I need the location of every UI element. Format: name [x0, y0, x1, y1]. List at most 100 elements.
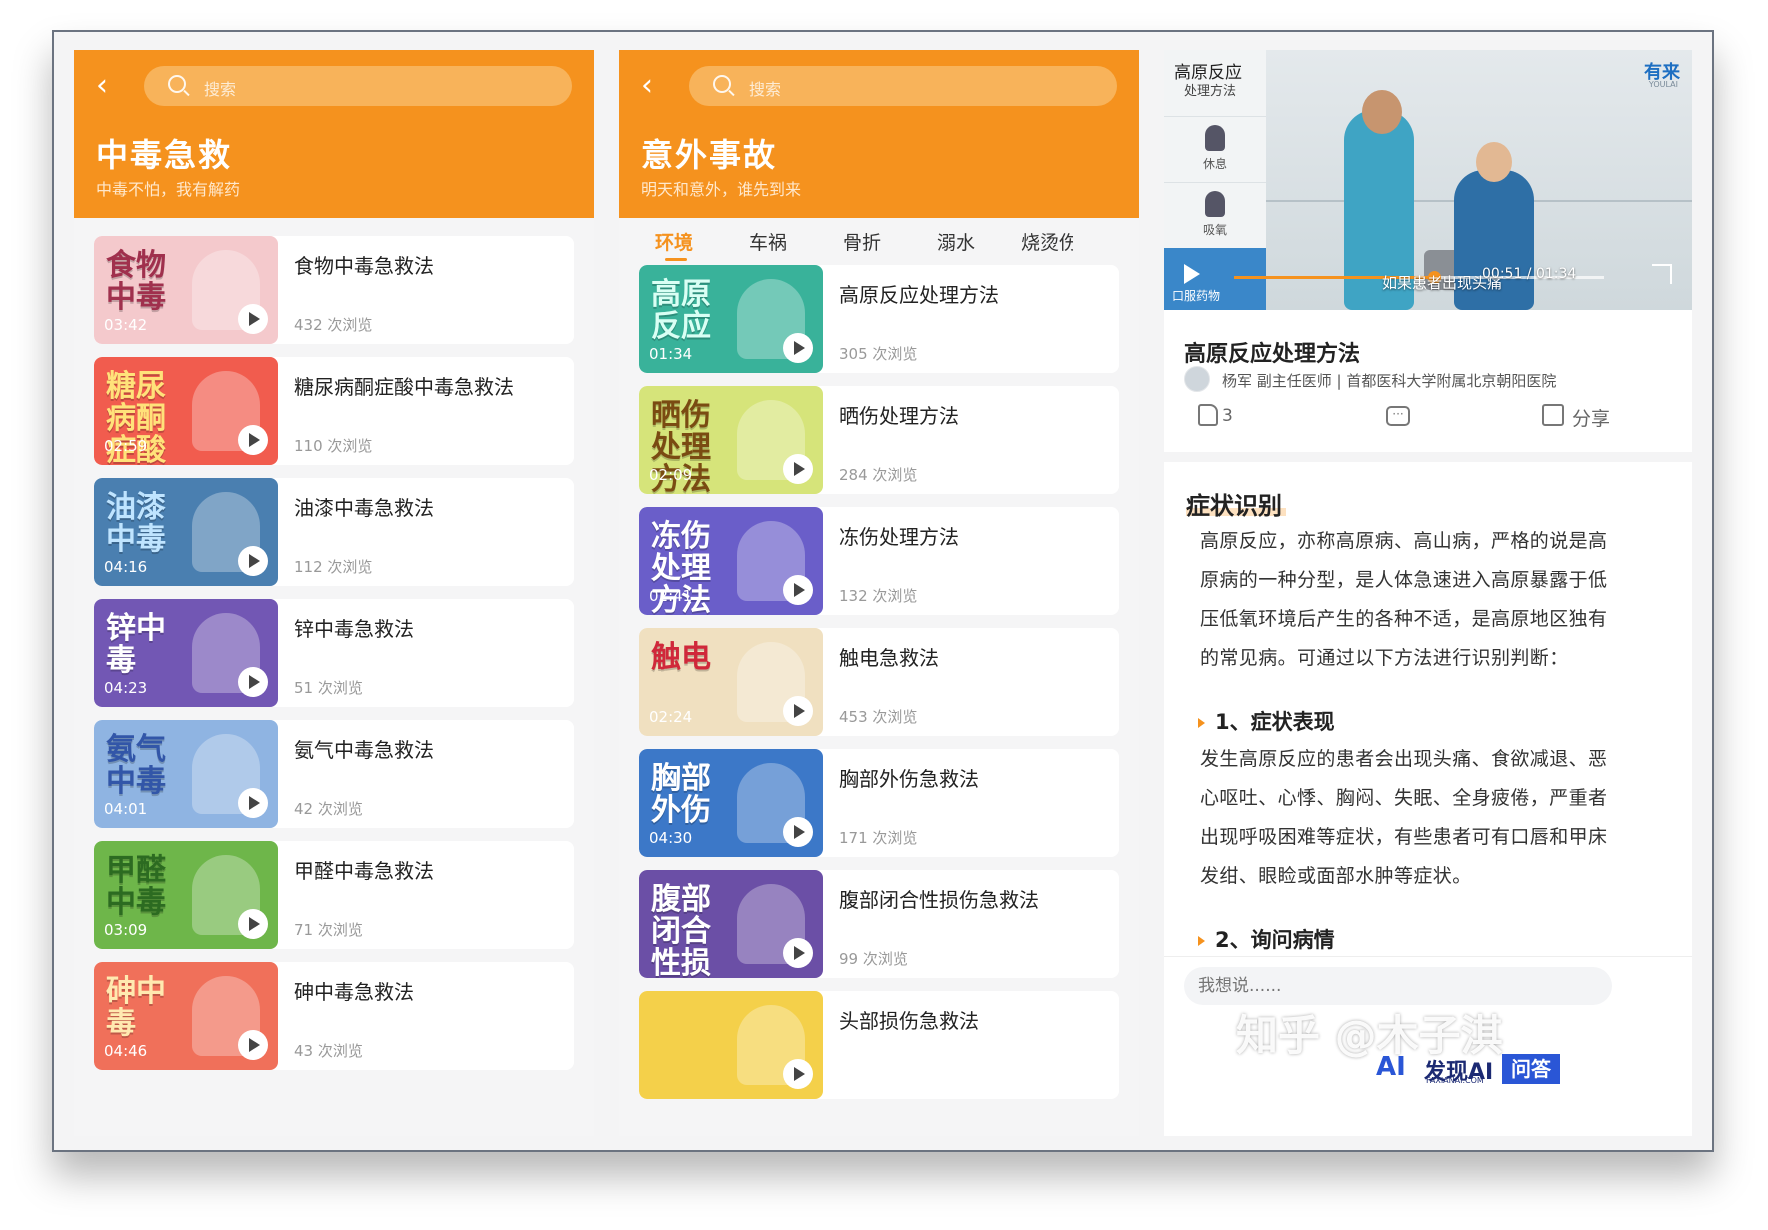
section-title: 症状识别 [1186, 492, 1282, 520]
video-card[interactable]: 锌中毒 04:23 锌中毒急救法 51 次浏览 [94, 599, 574, 707]
chapter-oral-medicine[interactable]: 口服药物 [1164, 248, 1266, 310]
tab-fracture[interactable]: 骨折 [843, 228, 881, 255]
video-duration: 02:09 [649, 466, 693, 484]
play-icon[interactable] [783, 1059, 813, 1089]
video-card[interactable]: 氨气中毒 04:01 氨气中毒急救法 42 次浏览 [94, 720, 574, 828]
chapter-oxygen[interactable]: 吸氧 [1164, 182, 1266, 244]
video-title: 油漆中毒急救法 [294, 496, 434, 520]
play-icon[interactable] [783, 575, 813, 605]
share-button[interactable]: 分享 [1572, 404, 1610, 431]
play-icon[interactable] [238, 1030, 268, 1060]
rest-icon [1205, 125, 1225, 151]
video-card[interactable]: 糖尿病酮症酸中毒02:59 糖尿病酮症酸中毒急救法 110 次浏览 [94, 357, 574, 465]
screenshot-frame: ‹ 搜索 中毒急救 中毒不怕，我有解药 食物中毒 03:42 食物中毒急救法 432 … [52, 30, 1714, 1152]
play-icon[interactable] [1184, 264, 1200, 284]
play-icon[interactable] [783, 817, 813, 847]
video-title: 头部损伤急救法 [839, 1009, 979, 1033]
thumbnail-title: 触电 [651, 640, 711, 675]
search-icon [168, 75, 186, 93]
video-title: 砷中毒急救法 [294, 980, 414, 1004]
thumbnail-title: 油漆中毒 [106, 490, 166, 557]
video-thumbnail[interactable]: 胸部外伤 04:30 [639, 749, 823, 857]
thumbnail-title: 砷中毒 [106, 974, 166, 1041]
play-icon[interactable] [238, 546, 268, 576]
video-card[interactable]: 甲醛中毒 03:09 甲醛中毒急救法 71 次浏览 [94, 841, 574, 949]
chapter-rest[interactable]: 休息 [1164, 116, 1266, 178]
video-duration: 04:46 [104, 1042, 148, 1060]
fullscreen-icon[interactable] [1652, 264, 1672, 284]
play-icon[interactable] [238, 667, 268, 697]
video-player[interactable]: 高原反应 处理方法 休息 吸氧 口服药物 有来 YOULAI 如果患者出现头痛 … [1164, 50, 1692, 310]
avatar[interactable] [1184, 366, 1210, 392]
qa-badge: 问答 [1502, 1054, 1560, 1084]
tab-environment[interactable]: 环境 [655, 228, 693, 255]
play-icon[interactable] [783, 333, 813, 363]
play-icon[interactable] [783, 454, 813, 484]
video-card[interactable]: 高原反应 01:34 高原反应处理方法 305 次浏览 [639, 265, 1119, 373]
video-card[interactable]: 油漆中毒 04:16 油漆中毒急救法 112 次浏览 [94, 478, 574, 586]
video-thumbnail[interactable] [639, 991, 823, 1099]
video-thumbnail[interactable]: 触电 02:24 [639, 628, 823, 736]
view-count: 51 次浏览 [294, 679, 363, 697]
comment-icon[interactable]: ··· [1386, 406, 1410, 426]
play-icon[interactable] [783, 938, 813, 968]
video-thumbnail[interactable]: 晒伤处理方法 02:09 [639, 386, 823, 494]
comment-input[interactable] [1184, 967, 1612, 1005]
thumbnail-title: 食物中毒 [106, 248, 166, 315]
video-chapter-sidebar: 高原反应 处理方法 休息 吸氧 口服药物 [1164, 50, 1266, 310]
view-count: 71 次浏览 [294, 921, 363, 939]
play-icon[interactable] [238, 788, 268, 818]
view-count: 171 次浏览 [839, 829, 918, 847]
video-thumbnail[interactable]: 甲醛中毒 03:09 [94, 841, 278, 949]
video-card[interactable]: 腹部闭合性损伤 腹部闭合性损伤急救法 99 次浏览 [639, 870, 1119, 978]
video-title: 氨气中毒急救法 [294, 738, 434, 762]
search-placeholder: 搜索 [204, 80, 237, 99]
thumbnail-title: 高原反应 [651, 277, 711, 344]
video-duration: 02:41 [649, 587, 693, 605]
video-thumbnail[interactable]: 油漆中毒 04:16 [94, 478, 278, 586]
video-card[interactable]: 砷中毒 04:46 砷中毒急救法 43 次浏览 [94, 962, 574, 1070]
play-icon[interactable] [783, 696, 813, 726]
video-thumbnail[interactable]: 腹部闭合性损伤 [639, 870, 823, 978]
page-subtitle: 明天和意外，谁先到来 [641, 180, 802, 199]
thumbs-up-icon[interactable] [1198, 404, 1218, 426]
video-thumbnail[interactable]: 糖尿病酮症酸中毒02:59 [94, 357, 278, 465]
video-thumbnail[interactable]: 食物中毒 03:42 [94, 236, 278, 344]
video-thumbnail[interactable]: 高原反应 01:34 [639, 265, 823, 373]
play-icon[interactable] [238, 304, 268, 334]
subheading: 1、症状表现 [1198, 706, 1335, 736]
category-tabs: 环境 车祸 骨折 溺水 烧烫伤 [619, 218, 1139, 262]
tab-drowning[interactable]: 溺水 [937, 228, 975, 255]
video-card[interactable]: 头部损伤急救法 [639, 991, 1119, 1099]
thumbnail-title: 锌中毒 [106, 611, 166, 678]
play-icon[interactable] [238, 425, 268, 455]
chapter-label: 口服药物 [1172, 289, 1221, 303]
video-duration: 04:30 [649, 829, 693, 847]
video-thumbnail[interactable]: 砷中毒 04:46 [94, 962, 278, 1070]
faxianai-logo-icon: AI [1376, 1052, 1406, 1082]
video-card[interactable]: 食物中毒 03:42 食物中毒急救法 432 次浏览 [94, 236, 574, 344]
view-count: 453 次浏览 [839, 708, 918, 726]
play-icon[interactable] [238, 909, 268, 939]
tab-burns[interactable]: 烧烫伤 [1021, 228, 1073, 255]
back-icon[interactable]: ‹ [96, 68, 132, 104]
video-duration: 04:01 [104, 800, 148, 818]
video-thumbnail[interactable]: 冻伤处理方法 02:41 [639, 507, 823, 615]
video-title: 晒伤处理方法 [839, 404, 959, 428]
video-duration: 03:42 [104, 316, 148, 334]
view-count: 112 次浏览 [294, 558, 373, 576]
page-title: 中毒急救 [96, 136, 233, 174]
video-thumbnail[interactable]: 氨气中毒 04:01 [94, 720, 278, 828]
video-card[interactable]: 冻伤处理方法 02:41 冻伤处理方法 132 次浏览 [639, 507, 1119, 615]
subheading-text: 2、询问病情 [1215, 928, 1335, 952]
search-input[interactable]: 搜索 [144, 66, 572, 106]
video-card[interactable]: 晒伤处理方法 02:09 晒伤处理方法 284 次浏览 [639, 386, 1119, 494]
video-card[interactable]: 胸部外伤 04:30 胸部外伤急救法 171 次浏览 [639, 749, 1119, 857]
video-card[interactable]: 触电 02:24 触电急救法 453 次浏览 [639, 628, 1119, 736]
video-time: 00:51 / 01:34 [1482, 266, 1577, 282]
share-icon[interactable] [1542, 404, 1564, 426]
back-icon[interactable]: ‹ [641, 68, 677, 104]
video-thumbnail[interactable]: 锌中毒 04:23 [94, 599, 278, 707]
search-input[interactable]: 搜索 [689, 66, 1117, 106]
tab-car-accident[interactable]: 车祸 [749, 228, 787, 255]
